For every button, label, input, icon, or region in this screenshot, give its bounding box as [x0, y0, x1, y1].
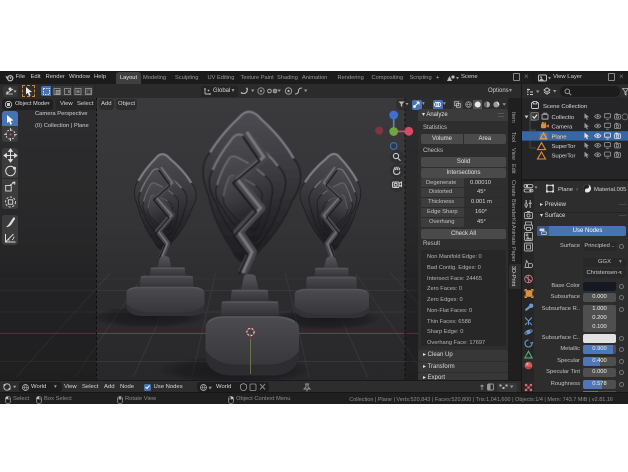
svg-text:Scene Collection: Scene Collection — [543, 104, 587, 110]
svg-text:SuperTor: SuperTor — [552, 154, 576, 160]
svg-text:›: › — [576, 186, 578, 193]
svg-text:Material.005: Material.005 — [594, 187, 627, 193]
svg-text:Plane: Plane — [552, 134, 568, 140]
svg-text:Camera: Camera — [552, 125, 574, 131]
svg-text:Collectio: Collectio — [552, 115, 575, 121]
svg-text:SuperTor: SuperTor — [552, 144, 576, 150]
svg-text:Plane: Plane — [558, 187, 574, 193]
